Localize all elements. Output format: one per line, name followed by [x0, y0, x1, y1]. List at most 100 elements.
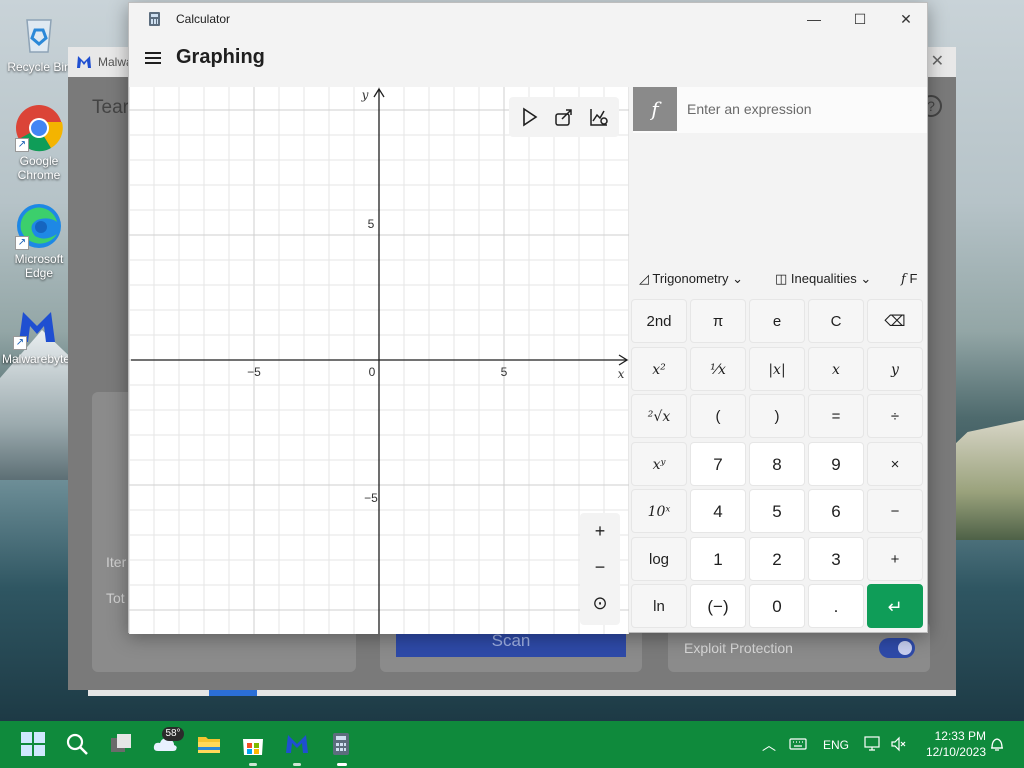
task-view-icon[interactable] — [108, 731, 134, 757]
key-2nd[interactable]: 2nd — [631, 299, 687, 343]
language-indicator[interactable]: ENG — [823, 738, 849, 752]
edge-icon: ↗ — [15, 202, 63, 250]
malwarebytes-heading: Tear — [92, 97, 129, 118]
key-7[interactable]: 7 — [690, 441, 746, 486]
network-icon[interactable] — [864, 735, 882, 753]
malwarebytes-bottom-accent — [209, 690, 257, 696]
show-hidden-icons-chevron-up-icon[interactable]: ︿ — [762, 735, 776, 755]
notifications-icon[interactable] — [988, 735, 1006, 753]
key-sym23[interactable]: = — [808, 394, 864, 438]
chevron-down-icon: ⌄ — [860, 271, 872, 286]
key-sym21[interactable]: ( — [690, 394, 746, 438]
function-label: F — [909, 271, 918, 286]
key-x[interactable]: x — [808, 346, 864, 391]
key-9[interactable]: 9 — [808, 441, 864, 486]
chevron-down-icon: ⌄ — [732, 271, 744, 286]
key-sym04[interactable]: ⌫ — [867, 299, 923, 343]
function-strip: ◿ Trigonometry ⌄ ◫ Inequalities ⌄ f F — [629, 265, 929, 295]
exploit-protection-label: Exploit Protection — [684, 640, 793, 656]
x-tick-label: 5 — [501, 365, 508, 379]
shortcut-arrow-icon: ↗ — [13, 336, 27, 350]
key-x[interactable]: |x| — [749, 346, 805, 391]
reset-view-button[interactable]: ⊙ — [584, 587, 616, 619]
key-c[interactable]: C — [808, 299, 864, 343]
volume-muted-icon[interactable] — [890, 735, 908, 753]
key-8[interactable]: 8 — [749, 441, 805, 486]
clock-date[interactable]: 12/10/2023 — [920, 745, 986, 759]
key-4[interactable]: 4 — [690, 489, 746, 533]
hamburger-menu-icon[interactable] — [143, 49, 163, 69]
start-icon[interactable] — [20, 731, 46, 757]
trigonometry-label: Trigonometry — [652, 271, 729, 286]
key-x[interactable]: x² — [631, 346, 687, 391]
desktop-icon-recycle-bin[interactable]: Recycle Bin — [4, 10, 74, 74]
share-icon[interactable] — [552, 105, 576, 129]
malwarebytes-taskbar-icon[interactable] — [284, 731, 310, 757]
key-sym22[interactable]: ) — [749, 394, 805, 438]
graph-settings-icon[interactable] — [587, 105, 611, 129]
key-sym34[interactable]: × — [867, 441, 923, 486]
close-button[interactable]: ✕ — [883, 3, 929, 35]
key-sym54[interactable]: + — [867, 536, 923, 581]
function-dropdown[interactable]: f F — [901, 271, 917, 287]
key-10[interactable]: 10ˣ — [631, 489, 687, 533]
desktop-icon-malwarebytes[interactable]: ↗ Malwarebytes — [2, 302, 77, 366]
recycle-bin-icon — [15, 10, 63, 58]
expression-input[interactable] — [687, 101, 917, 117]
malwarebytes-icon: ↗ — [13, 302, 61, 350]
clock-time[interactable]: 12:33 PM — [930, 729, 986, 743]
calculator-header: Graphing — [129, 35, 929, 87]
graph-canvas[interactable]: −5 0 5 5 −5 x y + − ⊙ — [129, 87, 629, 634]
key-3[interactable]: 3 — [808, 536, 864, 581]
key-y[interactable]: y — [867, 346, 923, 391]
key-x[interactable]: ¹⁄x — [690, 346, 746, 391]
graph-toolbar — [509, 97, 619, 137]
minimize-button[interactable]: — — [791, 3, 837, 35]
key-sym64[interactable]: ↵ — [867, 584, 923, 628]
keyboard-icon[interactable] — [789, 737, 807, 751]
inequalities-dropdown[interactable]: ◫ Inequalities ⌄ — [775, 271, 871, 287]
calculator-titlebar[interactable]: Calculator — ☐ ✕ — [129, 3, 929, 35]
calculator-window: Calculator — ☐ ✕ Graphing −5 0 5 5 −5 x y + − … — [128, 2, 929, 634]
zoom-in-button[interactable]: + — [584, 515, 616, 547]
key-1[interactable]: 1 — [690, 536, 746, 581]
shortcut-arrow-icon: ↗ — [15, 236, 29, 250]
microsoft-store-icon[interactable] — [240, 731, 266, 757]
key-x[interactable]: xʸ — [631, 441, 687, 486]
key-x[interactable]: ²√x — [631, 394, 687, 438]
desktop-icon-chrome[interactable]: ↗ Google Chrome — [4, 104, 74, 182]
function-icon: f — [901, 272, 906, 287]
inequality-icon: ◫ — [775, 271, 788, 286]
key-log[interactable]: log — [631, 536, 687, 581]
key-ln[interactable]: ln — [631, 584, 687, 628]
zoom-out-button[interactable]: − — [584, 551, 616, 583]
x-tick-label: −5 — [247, 365, 261, 379]
key-0[interactable]: 0 — [749, 584, 805, 628]
calculator-mode-title: Graphing — [176, 46, 265, 68]
desktop-icon-edge[interactable]: ↗ Microsoft Edge — [4, 202, 74, 280]
key-sym61[interactable]: (−) — [690, 584, 746, 628]
key-sym24[interactable]: ÷ — [867, 394, 923, 438]
desktop-icon-label: Malwarebytes — [2, 352, 77, 366]
calculator-taskbar-icon[interactable] — [328, 731, 354, 757]
y-tick-label: −5 — [364, 491, 378, 505]
key-sym01[interactable]: π — [690, 299, 746, 343]
maximize-button[interactable]: ☐ — [837, 3, 883, 35]
calculator-app-icon — [149, 12, 160, 26]
exploit-protection-toggle[interactable] — [879, 638, 915, 658]
search-icon[interactable] — [64, 731, 90, 757]
graph-svg: −5 0 5 5 −5 x y — [129, 87, 629, 634]
malwarebytes-close-icon[interactable]: ✕ — [931, 51, 944, 71]
y-tick-label: 5 — [368, 217, 375, 231]
desktop-icon-label: Google Chrome — [17, 154, 61, 182]
trigonometry-dropdown[interactable]: ◿ Trigonometry ⌄ — [639, 271, 743, 287]
file-explorer-icon[interactable] — [196, 731, 222, 757]
key-2[interactable]: 2 — [749, 536, 805, 581]
key-5[interactable]: 5 — [749, 489, 805, 533]
key-e[interactable]: e — [749, 299, 805, 343]
taskbar: 58° ︿ ENG 12:33 PM 12/10/2023 — [0, 721, 1024, 768]
key-sym44[interactable]: − — [867, 489, 923, 533]
key-6[interactable]: 6 — [808, 489, 864, 533]
trace-icon[interactable] — [517, 105, 541, 129]
key-sym63[interactable]: . — [808, 584, 864, 628]
